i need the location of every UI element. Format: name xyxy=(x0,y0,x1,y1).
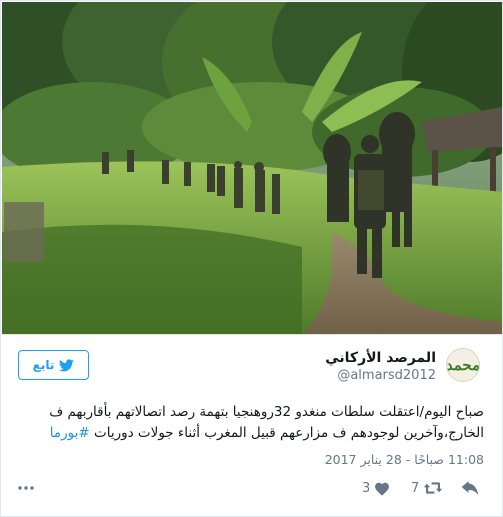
avatar-calligraphy: محمد xyxy=(446,356,480,374)
tweet-photo[interactable] xyxy=(2,2,502,335)
heart-icon xyxy=(375,482,390,496)
user-handle[interactable]: @almarsd2012 xyxy=(325,367,436,385)
display-name[interactable]: المرصد الأركاني xyxy=(325,349,436,367)
author-block[interactable]: المرصد الأركاني @almarsd2012 xyxy=(325,349,436,385)
jungle-patrol-photo xyxy=(2,2,502,334)
reply-button[interactable] xyxy=(461,476,479,500)
retweet-count: 7 xyxy=(411,480,420,496)
avatar[interactable]: محمد xyxy=(446,348,480,382)
follow-button[interactable]: تابع xyxy=(18,350,89,380)
like-button[interactable]: 3 xyxy=(362,476,390,500)
timestamp[interactable]: 11:08 صباحًا - 28 يناير 2017 xyxy=(325,452,484,467)
hashtag-link[interactable]: #بورما xyxy=(50,425,90,441)
more-dots-icon xyxy=(18,486,34,490)
retweet-icon xyxy=(424,482,443,494)
tweet-body: صباح اليوم/اعتقلت سلطات منغدو 32روهنجيا … xyxy=(49,404,484,441)
reply-icon xyxy=(461,480,479,495)
tweet-text: صباح اليوم/اعتقلت سلطات منغدو 32روهنجيا … xyxy=(17,402,484,444)
like-count: 3 xyxy=(362,480,371,496)
tweet-card: محمد المرصد الأركاني @almarsd2012 تابع ص… xyxy=(0,0,503,517)
more-button[interactable] xyxy=(17,476,35,500)
retweet-button[interactable]: 7 xyxy=(411,476,443,500)
bird-icon xyxy=(59,358,75,371)
follow-label: تابع xyxy=(32,358,55,372)
action-bar: 3 7 xyxy=(1,476,502,500)
